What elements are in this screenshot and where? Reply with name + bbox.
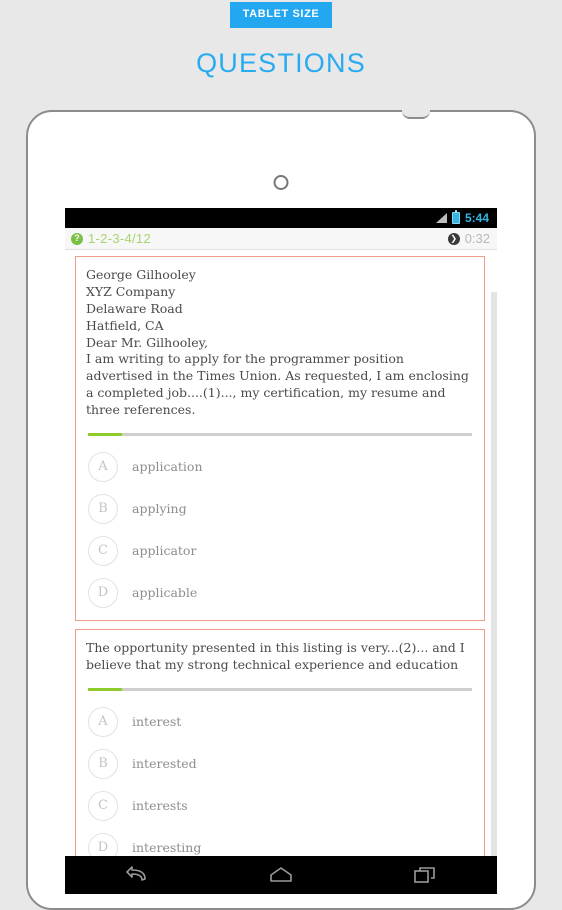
- option-label: interesting: [132, 840, 202, 856]
- answer-option-a[interactable]: A application: [86, 446, 474, 488]
- question-progress-text: 1-2-3-4/12: [88, 231, 151, 246]
- option-label: interested: [132, 756, 197, 772]
- option-label: application: [132, 459, 203, 475]
- android-status-bar: 5:44: [65, 208, 497, 228]
- option-key-circle[interactable]: C: [88, 790, 118, 821]
- answer-option-c[interactable]: C interests: [86, 785, 474, 827]
- answer-option-a[interactable]: A interest: [86, 701, 474, 743]
- answer-option-b[interactable]: B applying: [86, 488, 474, 530]
- battery-icon: [451, 210, 460, 224]
- option-label: applicator: [132, 543, 197, 559]
- option-label: interest: [132, 714, 182, 730]
- answer-option-d[interactable]: D applicable: [86, 572, 474, 614]
- option-label: interests: [132, 798, 188, 814]
- page-title: QUESTIONS: [196, 48, 366, 78]
- option-key-circle[interactable]: A: [88, 451, 118, 482]
- option-key-circle[interactable]: B: [88, 748, 118, 779]
- answer-option-c[interactable]: C applicator: [86, 530, 474, 572]
- home-icon[interactable]: [259, 862, 303, 888]
- option-key-circle[interactable]: C: [88, 535, 118, 566]
- question-list[interactable]: George Gilhooley XYZ Company Delaware Ro…: [65, 250, 497, 894]
- android-nav-bar: [65, 856, 497, 894]
- tablet-device-frame: 5:44 ? 1-2-3-4/12 ❯ 0:32 George Gilhoole…: [26, 110, 536, 910]
- recents-icon[interactable]: [403, 862, 447, 888]
- question-divider: [88, 687, 472, 691]
- scrollbar-track[interactable]: [491, 292, 497, 894]
- timer-group: ❯ 0:32: [447, 231, 490, 246]
- option-key-circle[interactable]: B: [88, 493, 118, 524]
- timer-text: 0:32: [464, 231, 490, 246]
- clock-icon: ❯: [447, 232, 460, 245]
- signal-triangle-icon: [435, 213, 447, 223]
- tablet-size-badge: TABLET SIZE: [229, 2, 333, 28]
- question-card: George Gilhooley XYZ Company Delaware Ro…: [75, 256, 485, 621]
- answer-option-b[interactable]: B interested: [86, 743, 474, 785]
- help-question-icon[interactable]: ?: [71, 232, 83, 245]
- status-bar-clock: 5:44: [464, 211, 489, 225]
- question-text: The opportunity presented in this listin…: [86, 639, 465, 672]
- question-text: George Gilhooley XYZ Company Delaware Ro…: [86, 267, 469, 417]
- question-divider: [88, 432, 472, 436]
- front-camera-icon: [273, 175, 289, 190]
- quiz-progress-bar: ? 1-2-3-4/12 ❯ 0:32: [65, 228, 497, 250]
- frame-notch: [402, 109, 430, 119]
- option-label: applying: [132, 501, 187, 517]
- option-label: applicable: [132, 585, 198, 601]
- option-key-circle[interactable]: A: [88, 706, 118, 737]
- option-key-circle[interactable]: D: [88, 577, 118, 608]
- device-screen: 5:44 ? 1-2-3-4/12 ❯ 0:32 George Gilhoole…: [65, 208, 497, 894]
- tablet-size-badge-container: TABLET SIZE: [0, 0, 562, 28]
- progress-group: ? 1-2-3-4/12: [71, 231, 151, 246]
- question-card: The opportunity presented in this listin…: [75, 628, 485, 876]
- back-arrow-icon[interactable]: [115, 862, 159, 888]
